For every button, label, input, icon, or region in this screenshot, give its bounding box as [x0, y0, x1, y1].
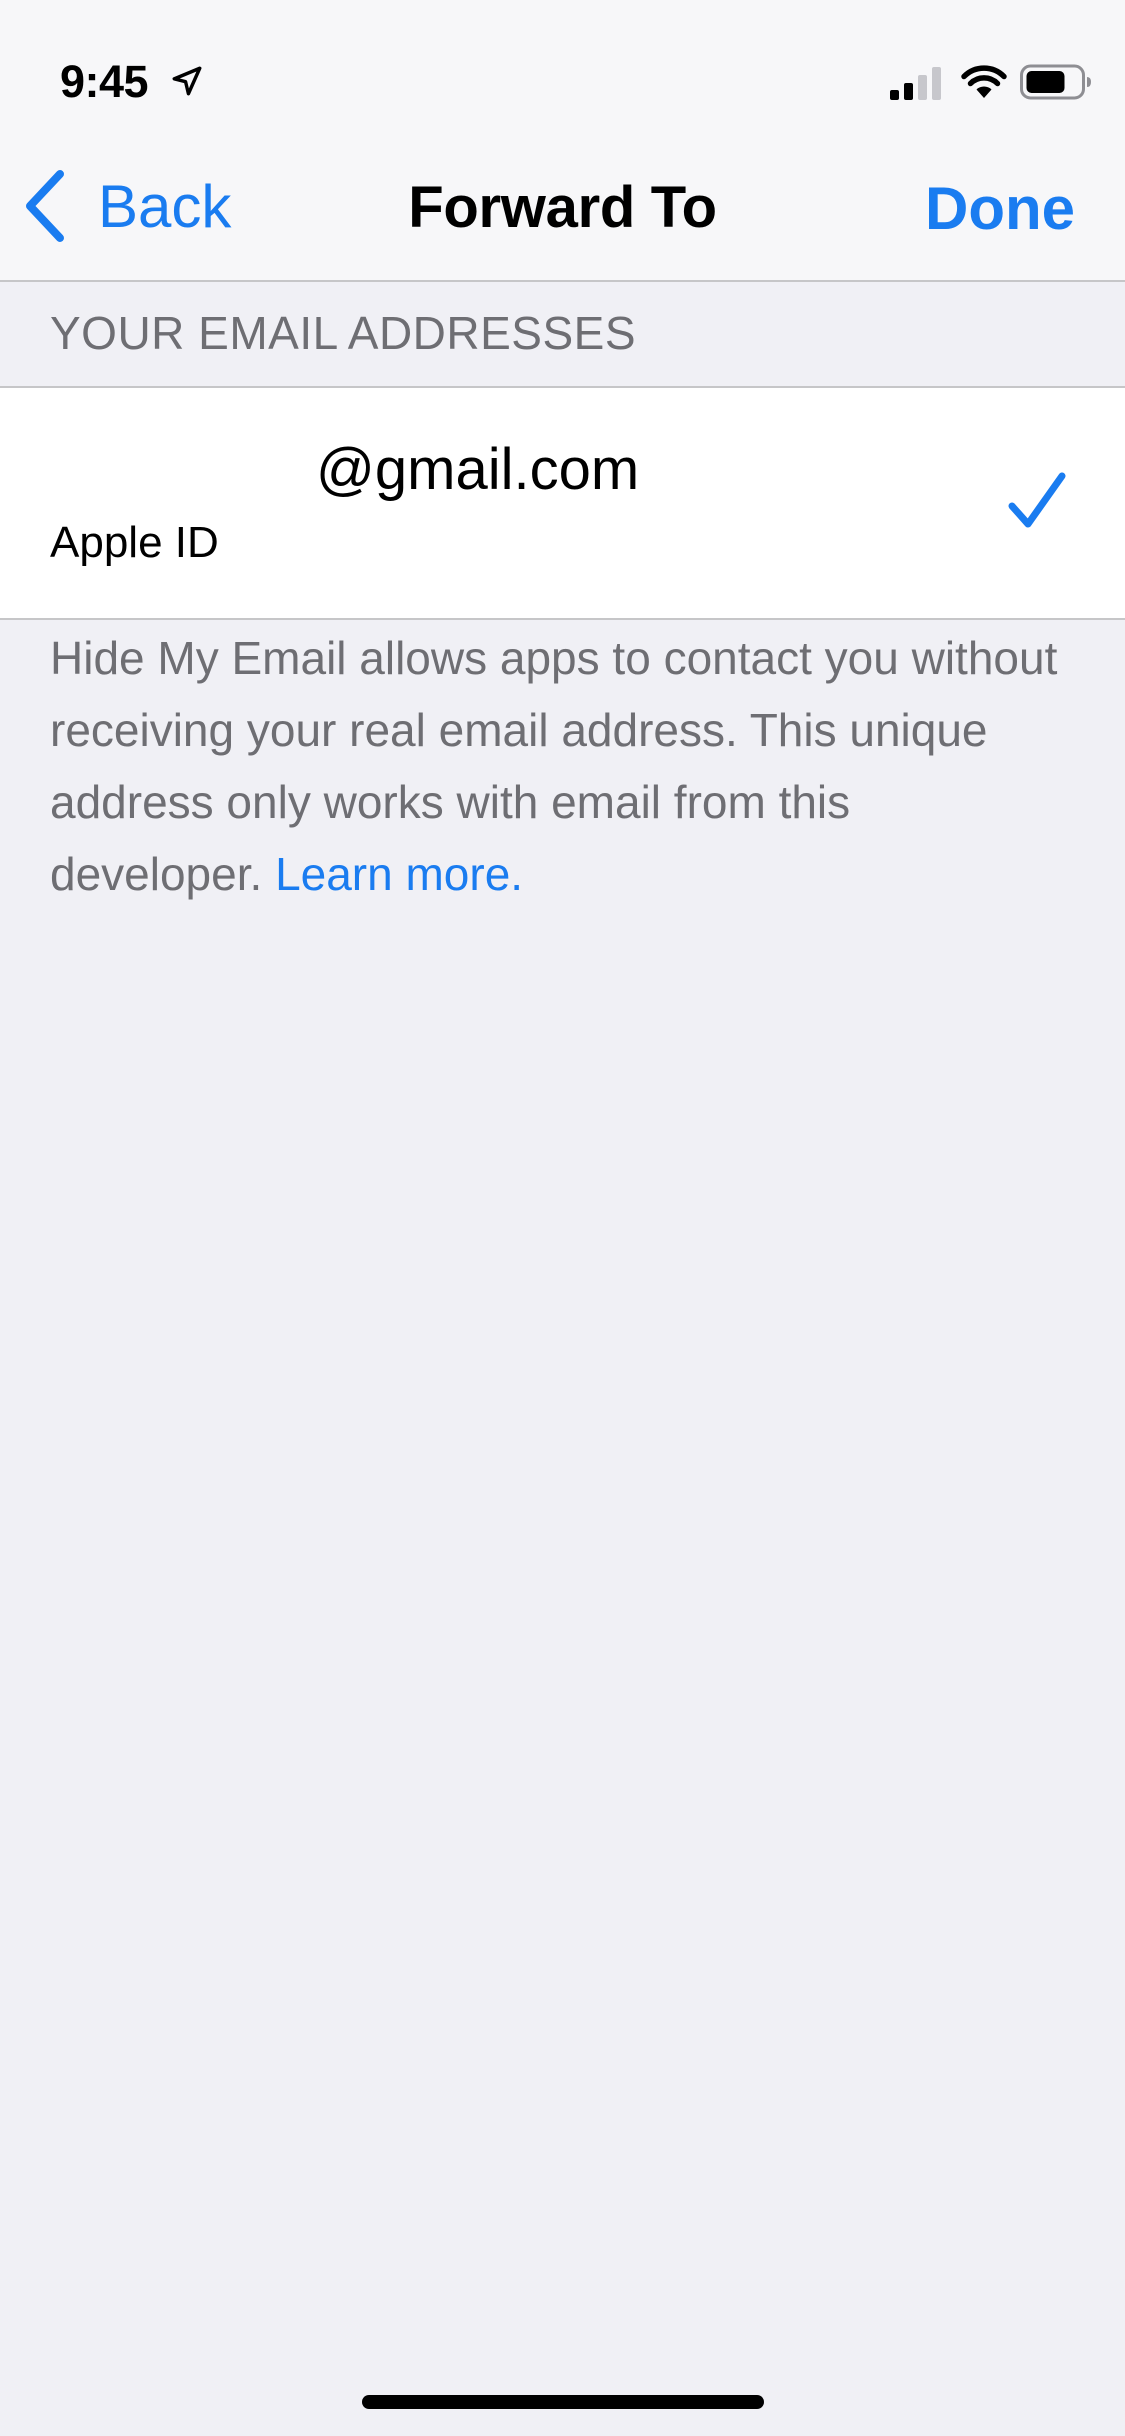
- cellular-signal-icon: [890, 67, 941, 100]
- email-address-subtitle: Apple ID: [50, 518, 219, 567]
- wifi-icon: [961, 65, 1007, 98]
- done-button[interactable]: Done: [925, 174, 1075, 243]
- description-text: Hide My Email allows apps to contact you…: [50, 632, 1058, 900]
- home-indicator[interactable]: [362, 2395, 764, 2409]
- learn-more-link[interactable]: Learn more.: [275, 848, 523, 900]
- email-address: @gmail.com: [316, 437, 640, 502]
- navigation-bar: Back Forward To Done: [0, 132, 1125, 282]
- status-bar: 9:45: [0, 0, 1125, 132]
- battery-icon: [1020, 64, 1091, 100]
- status-time: 9:45: [60, 56, 149, 107]
- location-arrow-icon: [172, 66, 202, 96]
- section-header: YOUR EMAIL ADDRESSES: [50, 307, 637, 359]
- redacted-area: [40, 428, 318, 508]
- checkmark-icon: [1008, 472, 1066, 528]
- hide-my-email-description: Hide My Email allows apps to contact you…: [50, 622, 1070, 910]
- email-address-cell[interactable]: @gmail.com Apple ID: [0, 386, 1125, 620]
